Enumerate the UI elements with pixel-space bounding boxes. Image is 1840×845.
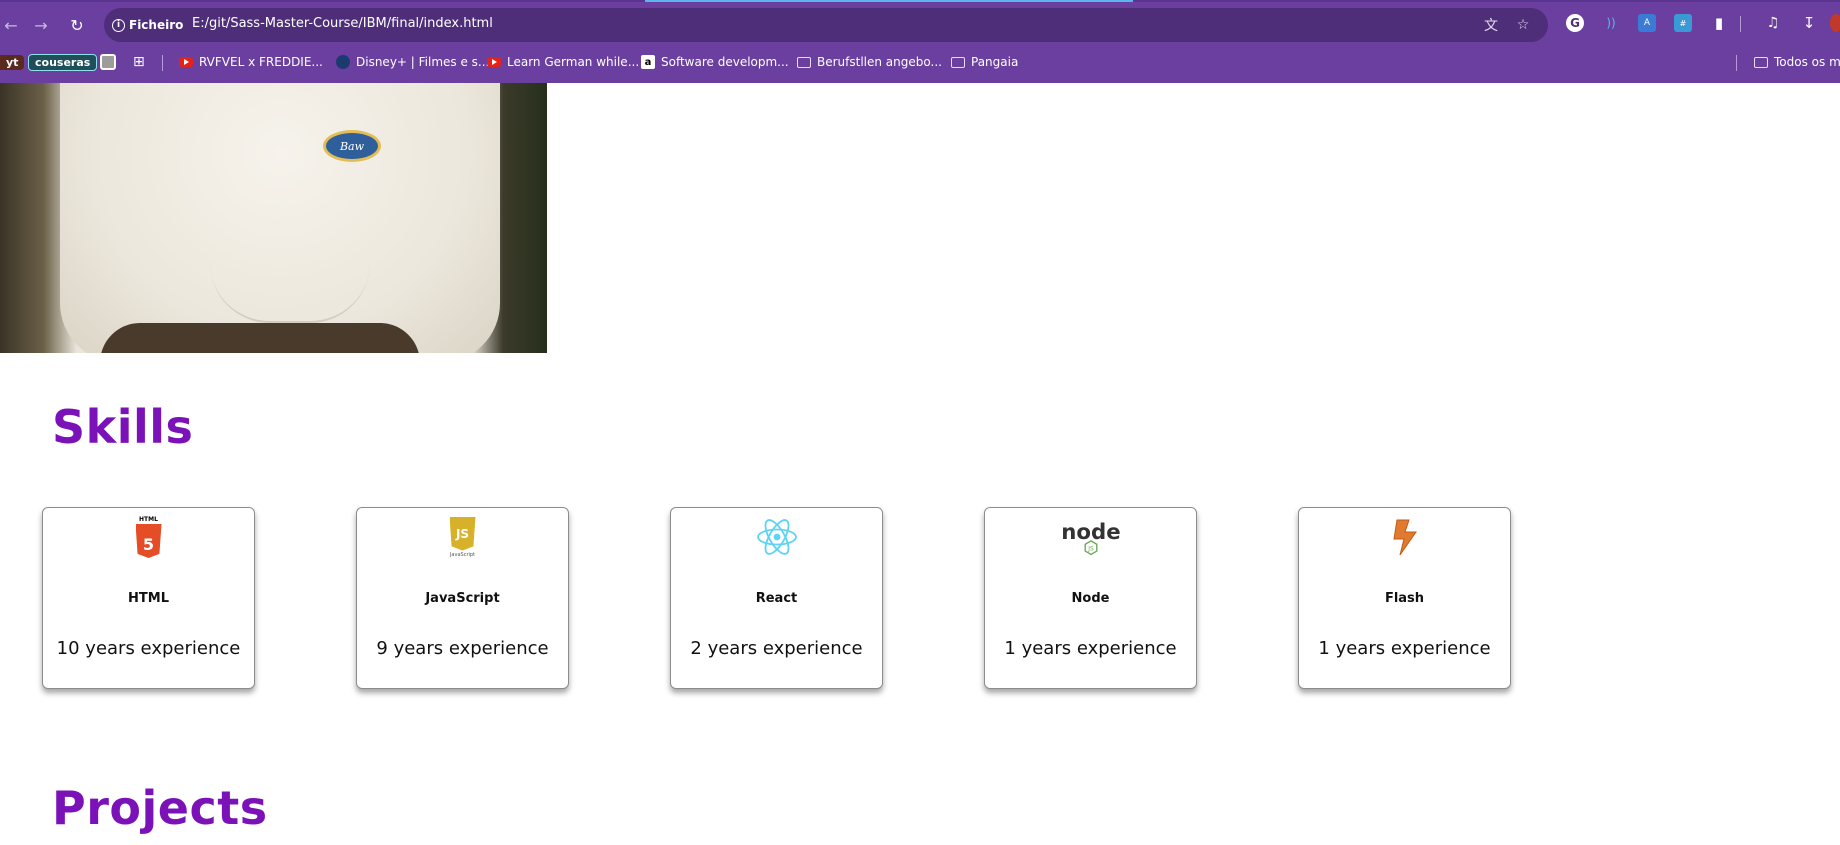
js-logo-caption: JavaScript: [449, 551, 476, 558]
profile-avatar[interactable]: [1830, 14, 1840, 32]
skill-experience: 10 years experience: [56, 638, 241, 659]
skill-card-flash: Flash 1 years experience: [1298, 507, 1511, 689]
chip-divider: [176, 16, 177, 34]
folder-icon: [1754, 56, 1768, 68]
bookmark-label: RVFVEL x FREDDIE...: [199, 55, 323, 69]
skill-card-html: HTML 5 HTML 10 years experience: [42, 507, 255, 689]
other-bookmarks-label: Todos os ma: [1774, 55, 1840, 69]
other-bookmarks[interactable]: Todos os ma: [1754, 52, 1840, 72]
skill-name: Node: [1071, 591, 1110, 606]
skill-name: JavaScript: [425, 591, 500, 606]
skill-name: Flash: [1384, 591, 1425, 606]
url-text[interactable]: E:/git/Sass-Master-Course/IBM/final/inde…: [192, 16, 493, 31]
bookmark-label: Learn German while...: [507, 55, 640, 69]
skill-name: React: [755, 591, 798, 606]
folder-icon: [951, 56, 965, 68]
folder-icon: [797, 56, 811, 68]
youtube-icon: [179, 57, 193, 67]
bookmarks-divider: [1736, 55, 1737, 71]
node-icon: node JS: [1061, 516, 1121, 558]
navigation-bar: ← → ↻ i Ficheiro E:/git/Sass-Master-Cour…: [0, 6, 1840, 44]
skill-experience: 2 years experience: [690, 638, 863, 659]
skill-experience: 9 years experience: [376, 638, 549, 659]
bookmark-label: Software developm...: [661, 55, 789, 69]
site-info-chip[interactable]: i Ficheiro: [112, 15, 183, 35]
bookmark-label: Pangaia: [971, 55, 1019, 69]
javascript-icon: JS JavaScript: [433, 516, 493, 558]
skill-card-node: node JS Node 1 years experience: [984, 507, 1197, 689]
active-tab-indicator: [645, 0, 1133, 2]
reload-button[interactable]: ↻: [66, 14, 88, 36]
bookmark-item[interactable]: Berufstllen angebo...: [797, 52, 942, 72]
square-app-icon: [100, 54, 116, 70]
extension-blue-icon[interactable]: #: [1674, 14, 1692, 32]
skill-experience: 1 years experience: [1318, 638, 1491, 659]
bookmark-label: Disney+ | Filmes e s...: [356, 55, 490, 69]
svg-text:JS: JS: [1087, 547, 1094, 553]
skill-experience: 1 years experience: [1004, 638, 1177, 659]
bookmark-item[interactable]: Pangaia: [951, 52, 1018, 72]
disney-icon: [336, 55, 350, 69]
bookmark-couseras[interactable]: couseras: [28, 52, 98, 72]
info-icon: i: [112, 18, 125, 32]
forward-button[interactable]: →: [30, 14, 52, 36]
skills-heading: Skills: [52, 400, 194, 454]
bookmark-item[interactable]: Learn German while...: [487, 52, 639, 72]
bookmark-star-icon[interactable]: ☆: [1514, 16, 1532, 34]
media-control-icon[interactable]: ♫: [1764, 14, 1782, 32]
extensions-puzzle-icon[interactable]: ▮: [1710, 14, 1728, 32]
skill-card-javascript: JS JavaScript JavaScript 9 years experie…: [356, 507, 569, 689]
address-bar[interactable]: i Ficheiro E:/git/Sass-Master-Course/IBM…: [104, 8, 1548, 42]
bookmark-square-icon[interactable]: [100, 52, 116, 72]
flash-icon: [1375, 516, 1435, 558]
arm-shape: [100, 323, 420, 353]
skill-card-react: React 2 years experience: [670, 507, 883, 689]
bookmarks-bar: yt couseras ⊞ RVFVEL x FREDDIE... Disney…: [0, 49, 1840, 75]
bookmark-yt[interactable]: yt: [0, 52, 25, 72]
bookmark-couseras-label: couseras: [28, 53, 98, 71]
skill-name: HTML: [128, 591, 169, 606]
youtube-icon: [487, 57, 501, 67]
bookmark-item[interactable]: Disney+ | Filmes e s...: [336, 52, 489, 72]
apps-grid-icon[interactable]: ⊞: [133, 52, 145, 72]
extension-g-icon[interactable]: G: [1566, 14, 1584, 32]
bookmark-yt-label: yt: [0, 54, 25, 70]
html5-icon: HTML 5: [119, 516, 179, 558]
bookmark-item[interactable]: RVFVEL x FREDDIE...: [179, 52, 323, 72]
download-icon[interactable]: ↧: [1800, 14, 1818, 32]
bookmarks-divider: [162, 55, 163, 71]
translate-icon[interactable]: 文: [1482, 16, 1500, 34]
extension-wave-icon[interactable]: )): [1602, 14, 1620, 32]
react-icon: [747, 516, 807, 558]
extension-translate-icon[interactable]: A: [1638, 14, 1656, 32]
bookmark-item[interactable]: a Software developm...: [641, 52, 789, 72]
browser-chrome: ← → ↻ i Ficheiro E:/git/Sass-Master-Cour…: [0, 0, 1840, 83]
back-button[interactable]: ←: [0, 14, 22, 36]
html5-logo-caption: HTML: [139, 516, 158, 523]
shirt-logo-badge: Baw: [323, 130, 381, 162]
page-content: Baw Skills HTML 5 HTML 10 years experien…: [0, 83, 1840, 845]
amazon-icon: a: [641, 55, 655, 69]
hero-photo: Baw: [0, 83, 547, 353]
bookmark-label: Berufstllen angebo...: [817, 55, 942, 69]
projects-heading: Projects: [52, 781, 268, 835]
toolbar-divider: [1740, 16, 1741, 32]
